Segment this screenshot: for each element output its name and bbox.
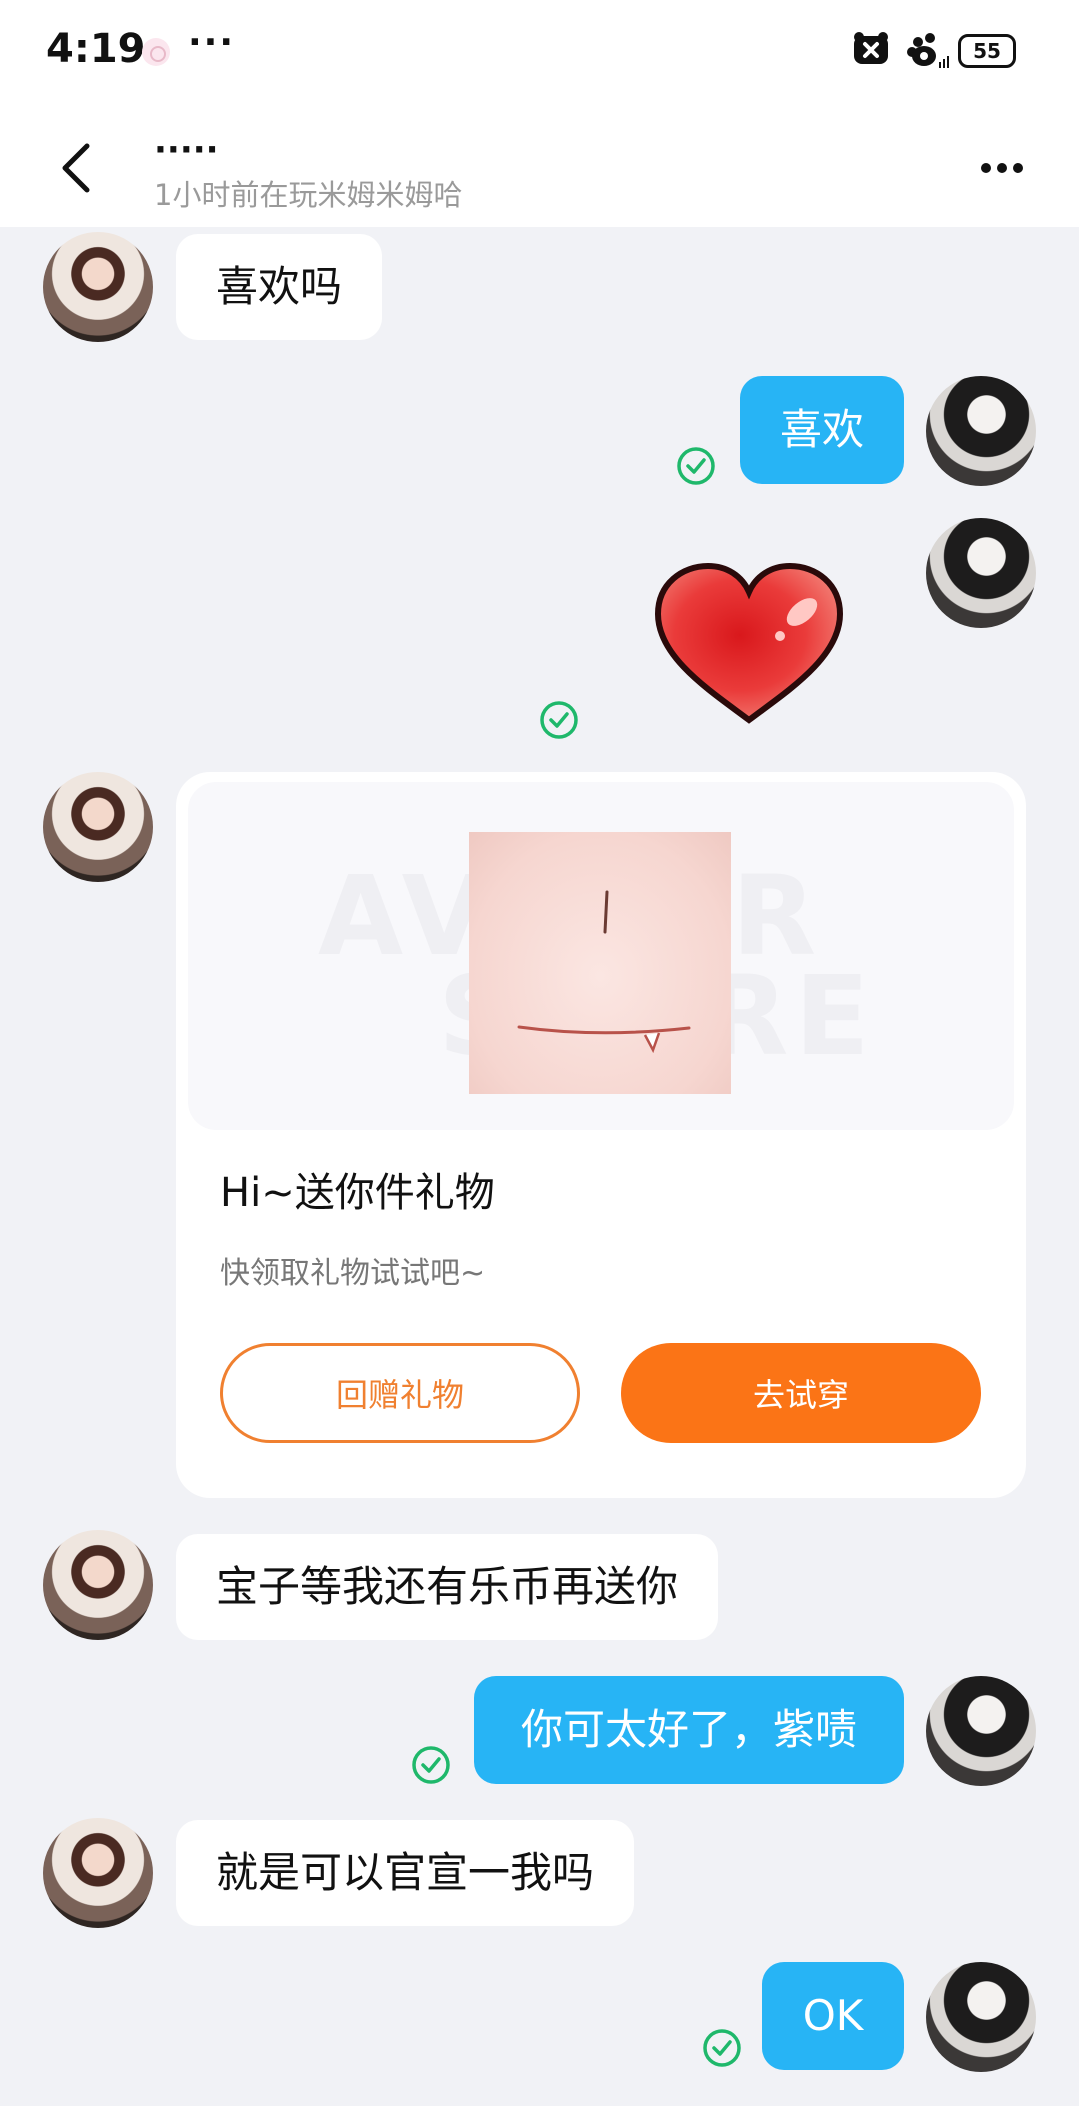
contact-avatar[interactable] [43, 772, 153, 882]
my-avatar[interactable] [926, 1676, 1036, 1786]
read-check-icon [540, 701, 578, 739]
signal-icon [907, 33, 949, 68]
gift-image [469, 832, 731, 1094]
message-bubble-outgoing[interactable]: OK [762, 1962, 904, 2070]
app-notification-icon [142, 38, 170, 66]
contact-name[interactable]: ····· [154, 130, 219, 170]
gift-preview[interactable]: AVATAR STORE [188, 782, 1014, 1130]
gift-subtitle: 快领取礼物试试吧~ [220, 1256, 486, 1291]
read-check-icon [677, 447, 715, 485]
gift-title: Hi~送你件礼物 [220, 1170, 495, 1216]
more-options-button[interactable] [972, 140, 1032, 196]
status-bar: 4:19 ··· 55 [0, 0, 1079, 110]
message-text: OK [802, 1991, 864, 2040]
message-bubble-incoming[interactable]: 就是可以官宣一我吗 [176, 1820, 635, 1926]
message-text: 喜欢 [779, 405, 864, 454]
contact-status: 1小时前在玩米姆米姆哈 [154, 178, 463, 212]
contact-avatar[interactable] [43, 232, 153, 342]
chat-header: ····· 1小时前在玩米姆米姆哈 [0, 110, 1079, 227]
message-text: 就是可以官宣一我吗 [216, 1848, 595, 1897]
message-bubble-incoming[interactable]: 喜欢吗 [176, 234, 383, 340]
gift-card[interactable]: AVATAR STORE Hi~送你件礼物 快领取礼物试试吧~ 回赠礼物 去试穿 [176, 772, 1026, 1498]
contact-avatar[interactable] [43, 1818, 153, 1928]
battery-icon: 55 [958, 34, 1016, 68]
my-avatar[interactable] [926, 518, 1036, 628]
dot-icon [997, 163, 1007, 173]
my-avatar[interactable] [926, 376, 1036, 486]
read-check-icon [703, 2029, 741, 2067]
message-text: 你可太好了，紫啧 [520, 1705, 857, 1754]
return-gift-button[interactable]: 回赠礼物 [220, 1343, 580, 1443]
back-button[interactable] [48, 132, 104, 204]
status-more-icon: ··· [188, 22, 236, 63]
message-bubble-incoming[interactable]: 宝子等我还有乐币再送你 [176, 1534, 719, 1640]
message-text: 宝子等我还有乐币再送你 [216, 1562, 679, 1611]
contact-avatar[interactable] [43, 1530, 153, 1640]
dot-icon [1013, 163, 1023, 173]
status-time: 4:19 [46, 26, 146, 72]
do-not-disturb-icon [854, 32, 888, 64]
message-text: 喜欢吗 [216, 262, 343, 311]
message-bubble-outgoing[interactable]: 你可太好了，紫啧 [474, 1676, 904, 1784]
message-bubble-outgoing[interactable]: 喜欢 [740, 376, 904, 484]
face-sticker-icon [517, 890, 691, 1054]
chevron-left-icon [62, 143, 90, 193]
dot-icon [981, 163, 991, 173]
read-check-icon [412, 1746, 450, 1784]
heart-sticker-icon[interactable] [652, 562, 846, 726]
my-avatar[interactable] [926, 1962, 1036, 2072]
try-on-button[interactable]: 去试穿 [621, 1343, 981, 1443]
